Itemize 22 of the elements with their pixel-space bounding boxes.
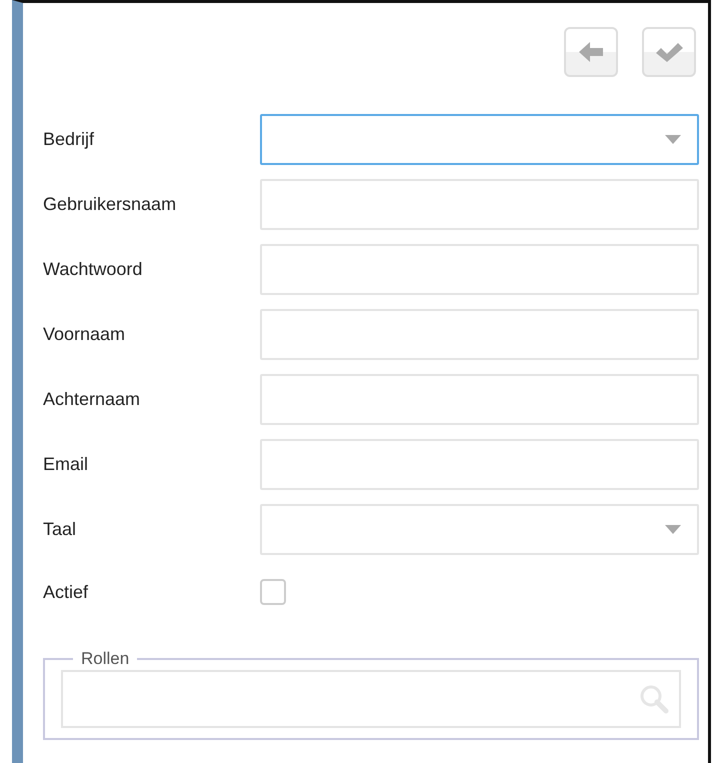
checkmark-icon bbox=[654, 40, 684, 64]
field-label: Achternaam bbox=[43, 388, 142, 411]
field-label: Wachtwoord bbox=[43, 258, 144, 281]
dropdown-caret-icon bbox=[665, 135, 681, 144]
back-arrow-icon bbox=[577, 40, 605, 64]
dropdown-caret-icon bbox=[665, 525, 681, 534]
roles-search-field[interactable] bbox=[61, 670, 681, 728]
search-icon bbox=[639, 684, 669, 714]
field-label: Voornaam bbox=[43, 323, 126, 346]
field-label: Taal bbox=[43, 518, 78, 541]
dropdown-field[interactable] bbox=[260, 114, 699, 165]
field-label: Bedrijf bbox=[43, 128, 96, 151]
input-field[interactable] bbox=[260, 309, 699, 360]
active-checkbox[interactable] bbox=[260, 579, 286, 605]
input-field[interactable] bbox=[260, 179, 699, 230]
field-label: Actief bbox=[43, 580, 90, 604]
field-label: Gebruikersnaam bbox=[43, 193, 178, 216]
input-field[interactable] bbox=[260, 439, 699, 490]
field-label: Email bbox=[43, 453, 90, 476]
roles-legend: Rollen bbox=[73, 646, 138, 672]
input-field[interactable] bbox=[260, 244, 699, 295]
input-field[interactable] bbox=[260, 374, 699, 425]
